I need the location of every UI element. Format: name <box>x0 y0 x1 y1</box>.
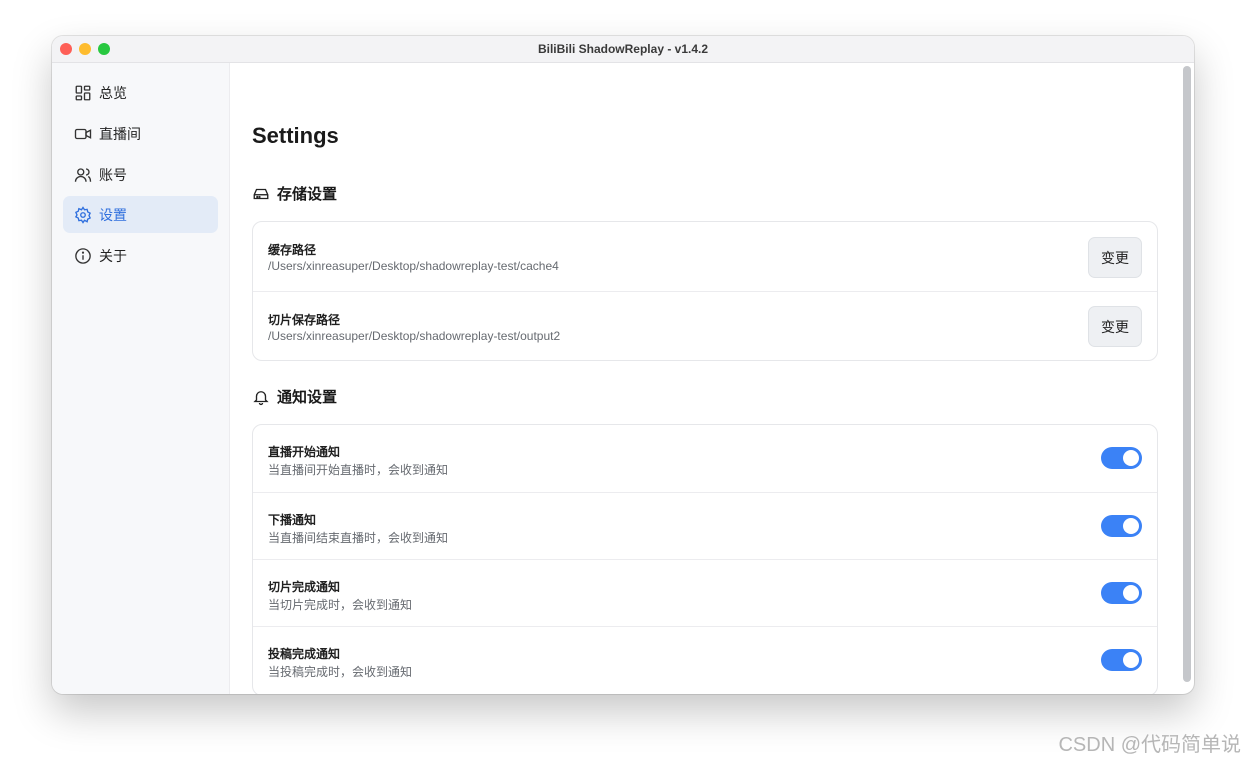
live-end-notification-toggle[interactable] <box>1101 515 1142 537</box>
hard-drive-icon <box>253 188 269 199</box>
sidebar-item-settings[interactable]: 设置 <box>63 196 218 233</box>
cache-path-value: /Users/xinreasuper/Desktop/shadowreplay-… <box>268 259 559 273</box>
row-description: 当投稿完成时，会收到通知 <box>268 665 413 679</box>
output-path-value: /Users/xinreasuper/Desktop/shadowreplay-… <box>268 329 561 343</box>
row-title: 投稿完成通知 <box>268 647 341 661</box>
row-title: 切片保存路径 <box>268 313 341 327</box>
section-title: 存储设置 <box>277 186 338 203</box>
sidebar-item-label: 设置 <box>99 206 127 223</box>
sidebar-item-label: 总览 <box>99 84 127 101</box>
change-output-path-button[interactable]: 变更 <box>1088 306 1142 347</box>
live-start-notification-toggle[interactable] <box>1101 447 1142 469</box>
row-description: 当切片完成时，会收到通知 <box>268 598 413 612</box>
toggle-knob <box>1123 518 1139 534</box>
live-start-notification-row: 直播开始通知 当直播间开始直播时，会收到通知 <box>253 425 1157 492</box>
row-title: 直播开始通知 <box>268 445 341 459</box>
sidebar-item-label: 关于 <box>99 247 127 264</box>
storage-section-header: 存储设置 <box>252 183 337 204</box>
settings-content: Settings 存储设置 缓存路径 /Users/xinreasuper/De… <box>230 63 1180 694</box>
row-description: 当直播间开始直播时，会收到通知 <box>268 463 449 477</box>
row-title: 缓存路径 <box>268 243 317 257</box>
sidebar-item-live-rooms[interactable]: 直播间 <box>63 115 218 152</box>
grid-icon <box>74 84 92 102</box>
window-title: BiliBili ShadowReplay - v1.4.2 <box>537 42 709 56</box>
sidebar-item-overview[interactable]: 总览 <box>63 74 218 111</box>
gear-icon <box>74 205 92 224</box>
output-path-row: 切片保存路径 /Users/xinreasuper/Desktop/shadow… <box>253 291 1157 361</box>
sidebar-item-about[interactable]: 关于 <box>63 237 218 274</box>
row-title: 下播通知 <box>268 513 317 527</box>
live-end-notification-row: 下播通知 当直播间结束直播时，会收到通知 <box>253 492 1157 560</box>
toggle-knob <box>1123 450 1139 466</box>
users-icon <box>74 166 92 184</box>
notification-section-header: 通知设置 <box>252 386 337 407</box>
watermark: CSDN @代码简单说 <box>1058 734 1241 756</box>
vertical-scrollbar[interactable] <box>1183 66 1191 682</box>
row-description: 当直播间结束直播时，会收到通知 <box>268 531 449 545</box>
clip-complete-notification-row: 切片完成通知 当切片完成时，会收到通知 <box>253 559 1157 627</box>
toggle-knob <box>1123 585 1139 601</box>
info-icon <box>74 247 92 265</box>
storage-settings-card: 缓存路径 /Users/xinreasuper/Desktop/shadowre… <box>252 221 1158 361</box>
cache-path-row: 缓存路径 /Users/xinreasuper/Desktop/shadowre… <box>253 222 1157 291</box>
upload-complete-notification-row: 投稿完成通知 当投稿完成时，会收到通知 <box>253 626 1157 694</box>
toggle-knob <box>1123 652 1139 668</box>
upload-complete-notification-toggle[interactable] <box>1101 649 1142 671</box>
clip-complete-notification-toggle[interactable] <box>1101 582 1142 604</box>
notification-settings-card: 直播开始通知 当直播间开始直播时，会收到通知 下播通知 当直播间结束直播时，会收… <box>252 424 1158 694</box>
sidebar: 总览 直播间 账号 设置 关于 <box>52 63 230 694</box>
bell-icon <box>253 390 269 405</box>
sidebar-item-label: 直播间 <box>99 125 141 142</box>
title-bar[interactable]: BiliBili ShadowReplay - v1.4.2 <box>52 36 1194 63</box>
row-title: 切片完成通知 <box>268 580 341 594</box>
section-title: 通知设置 <box>277 389 338 406</box>
video-icon <box>74 125 92 143</box>
change-cache-path-button[interactable]: 变更 <box>1088 237 1142 278</box>
app-window: BiliBili ShadowReplay - v1.4.2 总览 直播间 账号… <box>52 36 1194 694</box>
page-title: Settings <box>252 123 339 148</box>
sidebar-item-accounts[interactable]: 账号 <box>63 156 218 193</box>
sidebar-item-label: 账号 <box>99 166 127 183</box>
